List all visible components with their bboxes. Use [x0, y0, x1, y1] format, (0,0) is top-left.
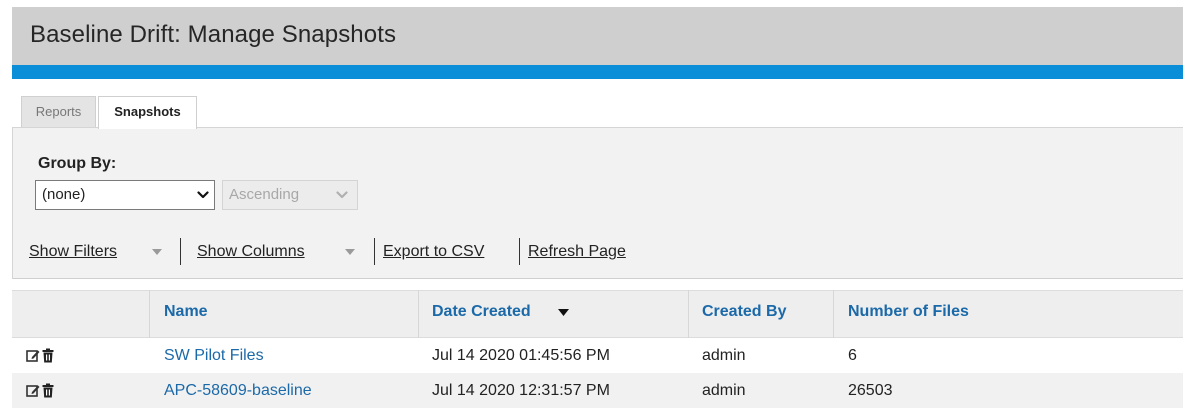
column-header-number-of-files[interactable]: Number of Files — [848, 303, 969, 321]
sort-descending-icon[interactable] — [558, 309, 569, 316]
date-created-cell: Jul 14 2020 12:31:57 PM — [432, 382, 610, 399]
trash-icon[interactable] — [41, 348, 55, 363]
tab-reports[interactable]: Reports — [21, 96, 96, 128]
chevron-down-icon — [197, 191, 209, 199]
edit-icon[interactable] — [26, 348, 40, 363]
export-csv-link[interactable]: Export to CSV — [383, 241, 484, 263]
trash-icon[interactable] — [41, 383, 55, 398]
column-header-name[interactable]: Name — [164, 303, 208, 321]
created-by-cell: admin — [702, 347, 746, 364]
snapshot-name-link[interactable]: SW Pilot Files — [164, 338, 264, 373]
number-of-files-cell: 6 — [848, 347, 857, 364]
table-row: SW Pilot Files Jul 14 2020 01:45:56 PM a… — [12, 338, 1183, 373]
caret-down-icon[interactable] — [152, 249, 162, 255]
page-header: Baseline Drift: Manage Snapshots — [12, 7, 1183, 65]
table-row: APC-58609-baseline Jul 14 2020 12:31:57 … — [12, 373, 1183, 408]
page-title: Baseline Drift: Manage Snapshots — [30, 21, 397, 48]
column-divider — [688, 290, 689, 338]
column-header-date-created[interactable]: Date Created — [432, 303, 531, 321]
group-by-field-value: (none) — [42, 186, 86, 203]
column-divider — [418, 290, 419, 338]
show-filters-link[interactable]: Show Filters — [29, 241, 117, 263]
created-by-cell: admin — [702, 382, 746, 399]
group-by-order-value: Ascending — [229, 186, 300, 203]
column-divider — [149, 290, 150, 338]
column-header-created-by[interactable]: Created By — [702, 303, 786, 321]
chevron-down-icon — [336, 191, 348, 199]
refresh-page-link[interactable]: Refresh Page — [528, 241, 626, 263]
action-separator — [374, 238, 375, 265]
tab-snapshots[interactable]: Snapshots — [98, 96, 197, 129]
caret-down-icon[interactable] — [345, 249, 355, 255]
top-gap — [0, 0, 1183, 7]
column-divider — [833, 290, 834, 338]
edit-icon[interactable] — [26, 383, 40, 398]
header-accent-bar — [12, 65, 1183, 79]
group-by-order-select: Ascending — [222, 180, 358, 210]
date-created-cell: Jul 14 2020 01:45:56 PM — [432, 347, 610, 364]
group-by-field-select[interactable]: (none) — [35, 180, 215, 210]
group-by-label: Group By: — [38, 155, 117, 172]
number-of-files-cell: 26503 — [848, 382, 893, 399]
snapshot-name-link[interactable]: APC-58609-baseline — [164, 373, 312, 408]
action-separator — [180, 238, 181, 265]
show-columns-link[interactable]: Show Columns — [197, 241, 305, 263]
action-separator — [519, 238, 520, 265]
